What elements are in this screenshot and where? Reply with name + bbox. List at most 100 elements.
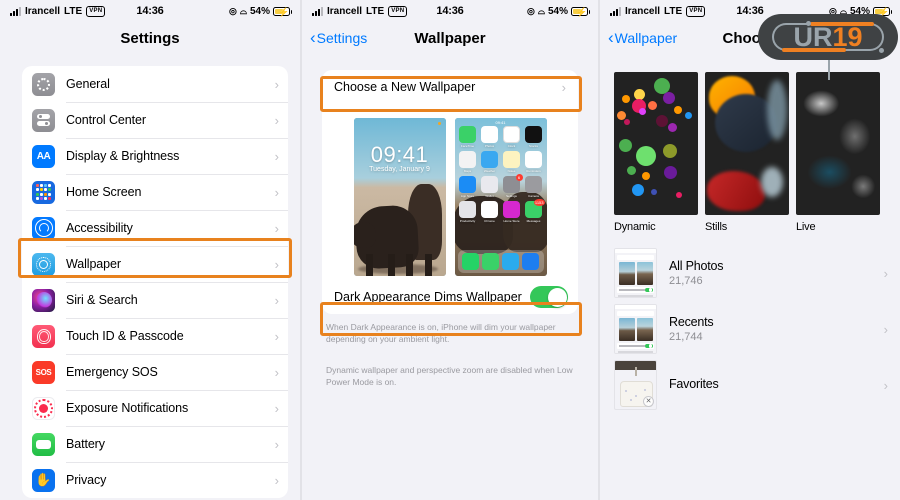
album-title: Recents <box>669 315 714 329</box>
fingerprint-icon <box>32 324 55 348</box>
home-screen-grid-icon <box>32 180 55 204</box>
live-thumbnail <box>796 72 880 215</box>
footnote-dark-appearance: When Dark Appearance is on, iPhone will … <box>326 322 556 345</box>
sidebar-item-emergency-sos[interactable]: SOS Emergency SOS › <box>22 354 288 390</box>
app-icon-wallet: Wallet <box>480 176 499 198</box>
battery-percent-label: 54% <box>547 5 568 17</box>
category-dynamic[interactable]: Dynamic <box>614 72 698 233</box>
album-text: Favorites <box>669 377 719 393</box>
album-row-recents[interactable]: Recents 21,744 › <box>600 301 900 357</box>
dynamic-thumbnail <box>614 72 698 215</box>
status-right: ◎ ⌓ 54% ⚡ <box>527 5 590 17</box>
battery-icon <box>32 432 55 456</box>
photo-albums-list: All Photos 21,746 › Recents 21,744 › ✕ F… <box>600 245 900 413</box>
app-label: App Store <box>460 194 475 198</box>
chevron-right-icon: › <box>274 328 279 344</box>
dock-icon-telegram <box>502 253 519 270</box>
location-icon: ◎ <box>229 5 237 16</box>
app-label: Weather <box>483 169 496 173</box>
chevron-right-icon: › <box>561 79 566 95</box>
stills-thumbnail <box>705 72 789 215</box>
choose-wallpaper-card: Choose a New Wallpaper › 09:41 Tuesday, … <box>322 70 578 314</box>
back-button-settings[interactable]: ‹ Settings <box>310 27 368 47</box>
dark-appearance-toggle[interactable] <box>530 286 568 308</box>
app-icon-stocks: Stocks <box>524 126 543 148</box>
chevron-right-icon: › <box>274 220 279 236</box>
dark-appearance-row[interactable]: Dark Appearance Dims Wallpaper <box>322 280 578 314</box>
lock-screen-preview[interactable]: 09:41 Tuesday, January 9 <box>353 118 446 276</box>
app-label: Photos <box>484 144 495 148</box>
category-label: Live <box>796 221 816 233</box>
headphones-icon: ⌓ <box>537 5 545 16</box>
wallpaper-icon <box>32 252 55 276</box>
back-label: Wallpaper <box>614 30 678 46</box>
logo-glyph-orange: 19 <box>832 21 863 52</box>
sidebar-item-control-center[interactable]: Control Center › <box>22 102 288 138</box>
sidebar-item-battery[interactable]: Battery › <box>22 426 288 462</box>
status-bar-2: Irancell LTE VPN 14:36 ◎ ⌓ 54% ⚡ <box>302 0 598 22</box>
nav-bar-wallpaper: ‹ Settings Wallpaper <box>302 22 598 54</box>
badge-count: 6 <box>515 174 523 181</box>
sidebar-item-privacy[interactable]: ✋ Privacy › <box>22 462 288 498</box>
album-row-favorites[interactable]: ✕ Favorites › <box>600 357 900 413</box>
logo-glyphs: UR19 <box>793 21 863 52</box>
chevron-right-icon: › <box>274 256 279 272</box>
app-icon-facetime: FaceTime <box>458 126 477 148</box>
sidebar-item-siri-search[interactable]: Siri & Search › <box>22 282 288 318</box>
gear-icon <box>32 72 55 96</box>
sidebar-item-display-brightness[interactable]: AA Display & Brightness › <box>22 138 288 174</box>
chevron-right-icon: › <box>274 292 279 308</box>
sidebar-item-label: Privacy <box>66 473 107 487</box>
app-label: Settings <box>506 194 517 198</box>
chevron-right-icon: › <box>274 364 279 380</box>
chevron-right-icon: › <box>274 436 279 452</box>
status-right: ◎ ⌓ 54% ⚡ <box>229 5 292 17</box>
sidebar-item-accessibility[interactable]: Accessibility › <box>22 210 288 246</box>
chevron-right-icon: › <box>274 76 279 92</box>
home-screen-preview[interactable]: 09:41 FaceTime Photos Clock Stocks Maps … <box>454 118 547 276</box>
app-label: Chrome <box>484 219 495 223</box>
category-live[interactable]: Live <box>796 72 880 233</box>
aa-icon: AA <box>32 144 55 168</box>
stills-blob-red <box>707 171 765 211</box>
sidebar-item-general[interactable]: General › <box>22 66 288 102</box>
home-dock <box>457 250 544 273</box>
chevron-right-icon: › <box>883 377 888 393</box>
back-button-wallpaper[interactable]: ‹ Wallpaper <box>608 29 678 47</box>
app-icon-app-store: App Store <box>458 176 477 198</box>
app-icon-notes: Notes <box>502 151 521 173</box>
chevron-right-icon: › <box>274 184 279 200</box>
category-stills[interactable]: Stills <box>705 72 789 233</box>
app-icon-clock: Clock <box>502 126 521 148</box>
status-bar-1: Irancell LTE VPN 14:36 ◎ ⌓ 54% ⚡ <box>0 0 300 22</box>
sidebar-item-label: Siri & Search <box>66 293 138 307</box>
exposure-notifications-icon <box>32 396 55 420</box>
accessibility-icon <box>32 216 55 240</box>
album-count: 21,746 <box>669 275 703 287</box>
album-text: Recents 21,744 <box>669 315 714 343</box>
app-icon-weather: Weather <box>480 151 499 173</box>
photo-leg <box>365 254 373 276</box>
sidebar-item-touch-id-passcode[interactable]: Touch ID & Passcode › <box>22 318 288 354</box>
sidebar-item-exposure-notifications[interactable]: Exposure Notifications › <box>22 390 288 426</box>
sidebar-item-wallpaper[interactable]: Wallpaper › <box>22 246 288 282</box>
mini-status-line: 09:41 <box>495 120 506 125</box>
home-app-grid: FaceTime Photos Clock Stocks Maps Weathe… <box>458 126 545 223</box>
sidebar-item-label: General <box>66 77 110 91</box>
sidebar-item-label: Battery <box>66 437 105 451</box>
chevron-right-icon: › <box>274 148 279 164</box>
sidebar-item-home-screen[interactable]: Home Screen › <box>22 174 288 210</box>
dark-appearance-label: Dark Appearance Dims Wallpaper <box>334 290 522 304</box>
chevron-left-icon: ‹ <box>310 27 316 47</box>
app-label: FaceTime <box>460 144 475 148</box>
dock-icon-whatsapp <box>462 253 479 270</box>
album-row-all-photos[interactable]: All Photos 21,746 › <box>600 245 900 301</box>
hand-icon: ✋ <box>32 468 55 492</box>
album-thumbnail: ✕ <box>614 360 657 410</box>
footnote-low-power: Dynamic wallpaper and perspective zoom a… <box>326 364 573 387</box>
sidebar-item-label: Control Center <box>66 113 146 127</box>
home-screen-image: 09:41 FaceTime Photos Clock Stocks Maps … <box>454 118 547 276</box>
back-label: Settings <box>316 30 368 46</box>
choose-new-wallpaper-row[interactable]: Choose a New Wallpaper › <box>322 70 578 104</box>
badge-count: 1153 <box>533 199 545 206</box>
